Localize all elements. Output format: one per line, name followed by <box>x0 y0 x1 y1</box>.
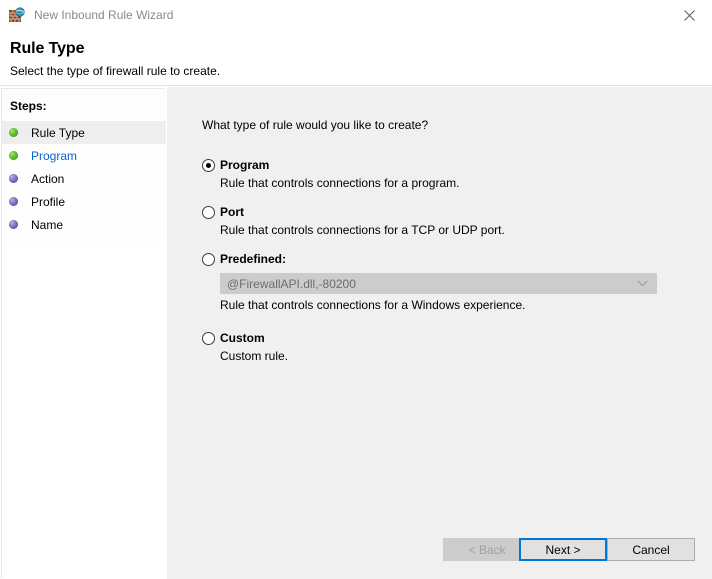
predefined-rule-dropdown-value: @FirewallAPI.dll,-80200 <box>227 276 356 291</box>
radio-label-predefined: Predefined: <box>220 252 287 266</box>
content-pane: What type of rule would you like to crea… <box>167 87 712 579</box>
steps-list: Rule Type Program Action Profile Name <box>2 121 166 236</box>
sidebar-item-label: Action <box>31 171 65 186</box>
sidebar-item-label: Name <box>31 217 64 232</box>
step-bullet-icon <box>9 151 18 160</box>
sidebar-item-label[interactable]: Program <box>31 149 77 163</box>
radio-description-predefined: Rule that controls connections for a Win… <box>220 298 526 312</box>
step-bullet-icon <box>9 197 18 206</box>
content-question: What type of rule would you like to crea… <box>202 118 429 132</box>
step-bullet-icon <box>9 174 18 183</box>
step-bullet-icon <box>9 220 18 229</box>
sidebar-item-program[interactable]: Program <box>2 144 166 167</box>
steps-sidebar-panel: Steps: Rule Type Program Action Profile <box>1 88 166 578</box>
radio-option-program[interactable]: Program Rule that controls connections f… <box>167 157 712 191</box>
firewall-globe-icon <box>9 7 25 23</box>
radio-description-program: Rule that controls connections for a pro… <box>220 176 460 190</box>
sidebar-item-label: Rule Type <box>31 125 85 140</box>
next-button[interactable]: Next > <box>519 538 607 561</box>
cancel-button[interactable]: Cancel <box>607 538 695 561</box>
radio-label-custom: Custom <box>220 331 265 345</box>
rule-type-radio-group: Program Rule that controls connections f… <box>167 157 712 377</box>
chevron-down-icon <box>637 274 648 293</box>
close-icon <box>683 9 695 21</box>
wizard-window: New Inbound Rule Wizard Rule Type Select… <box>0 0 712 579</box>
predefined-rule-dropdown[interactable]: @FirewallAPI.dll,-80200 <box>220 273 657 294</box>
sidebar-item-rule-type[interactable]: Rule Type <box>2 121 166 144</box>
page-subtitle: Select the type of firewall rule to crea… <box>10 64 221 78</box>
steps-heading: Steps: <box>10 99 47 113</box>
radio-label-program: Program <box>220 158 270 172</box>
radio-option-custom[interactable]: Custom Custom rule. <box>167 330 712 364</box>
window-title: New Inbound Rule Wizard <box>34 8 174 22</box>
steps-sidebar: Steps: Rule Type Program Action Profile <box>0 87 166 579</box>
close-button[interactable] <box>666 0 712 30</box>
radio-label-port: Port <box>220 205 244 219</box>
title-bar: New Inbound Rule Wizard <box>0 0 712 30</box>
page-header: Rule Type Select the type of firewall ru… <box>0 30 712 86</box>
page-title: Rule Type <box>10 40 85 57</box>
sidebar-item-name[interactable]: Name <box>2 213 166 236</box>
sidebar-item-label: Profile <box>31 194 66 209</box>
sidebar-item-profile[interactable]: Profile <box>2 190 166 213</box>
step-bullet-icon <box>9 128 18 137</box>
radio-option-predefined[interactable]: Predefined: @FirewallAPI.dll,-80200 Rule… <box>167 251 712 313</box>
back-button[interactable]: < Back <box>443 538 531 561</box>
wizard-footer: < Back Next > Cancel <box>167 525 712 579</box>
sidebar-item-action[interactable]: Action <box>2 167 166 190</box>
radio-description-port: Rule that controls connections for a TCP… <box>220 223 505 237</box>
radio-description-custom: Custom rule. <box>220 349 289 363</box>
radio-option-port[interactable]: Port Rule that controls connections for … <box>167 204 712 238</box>
